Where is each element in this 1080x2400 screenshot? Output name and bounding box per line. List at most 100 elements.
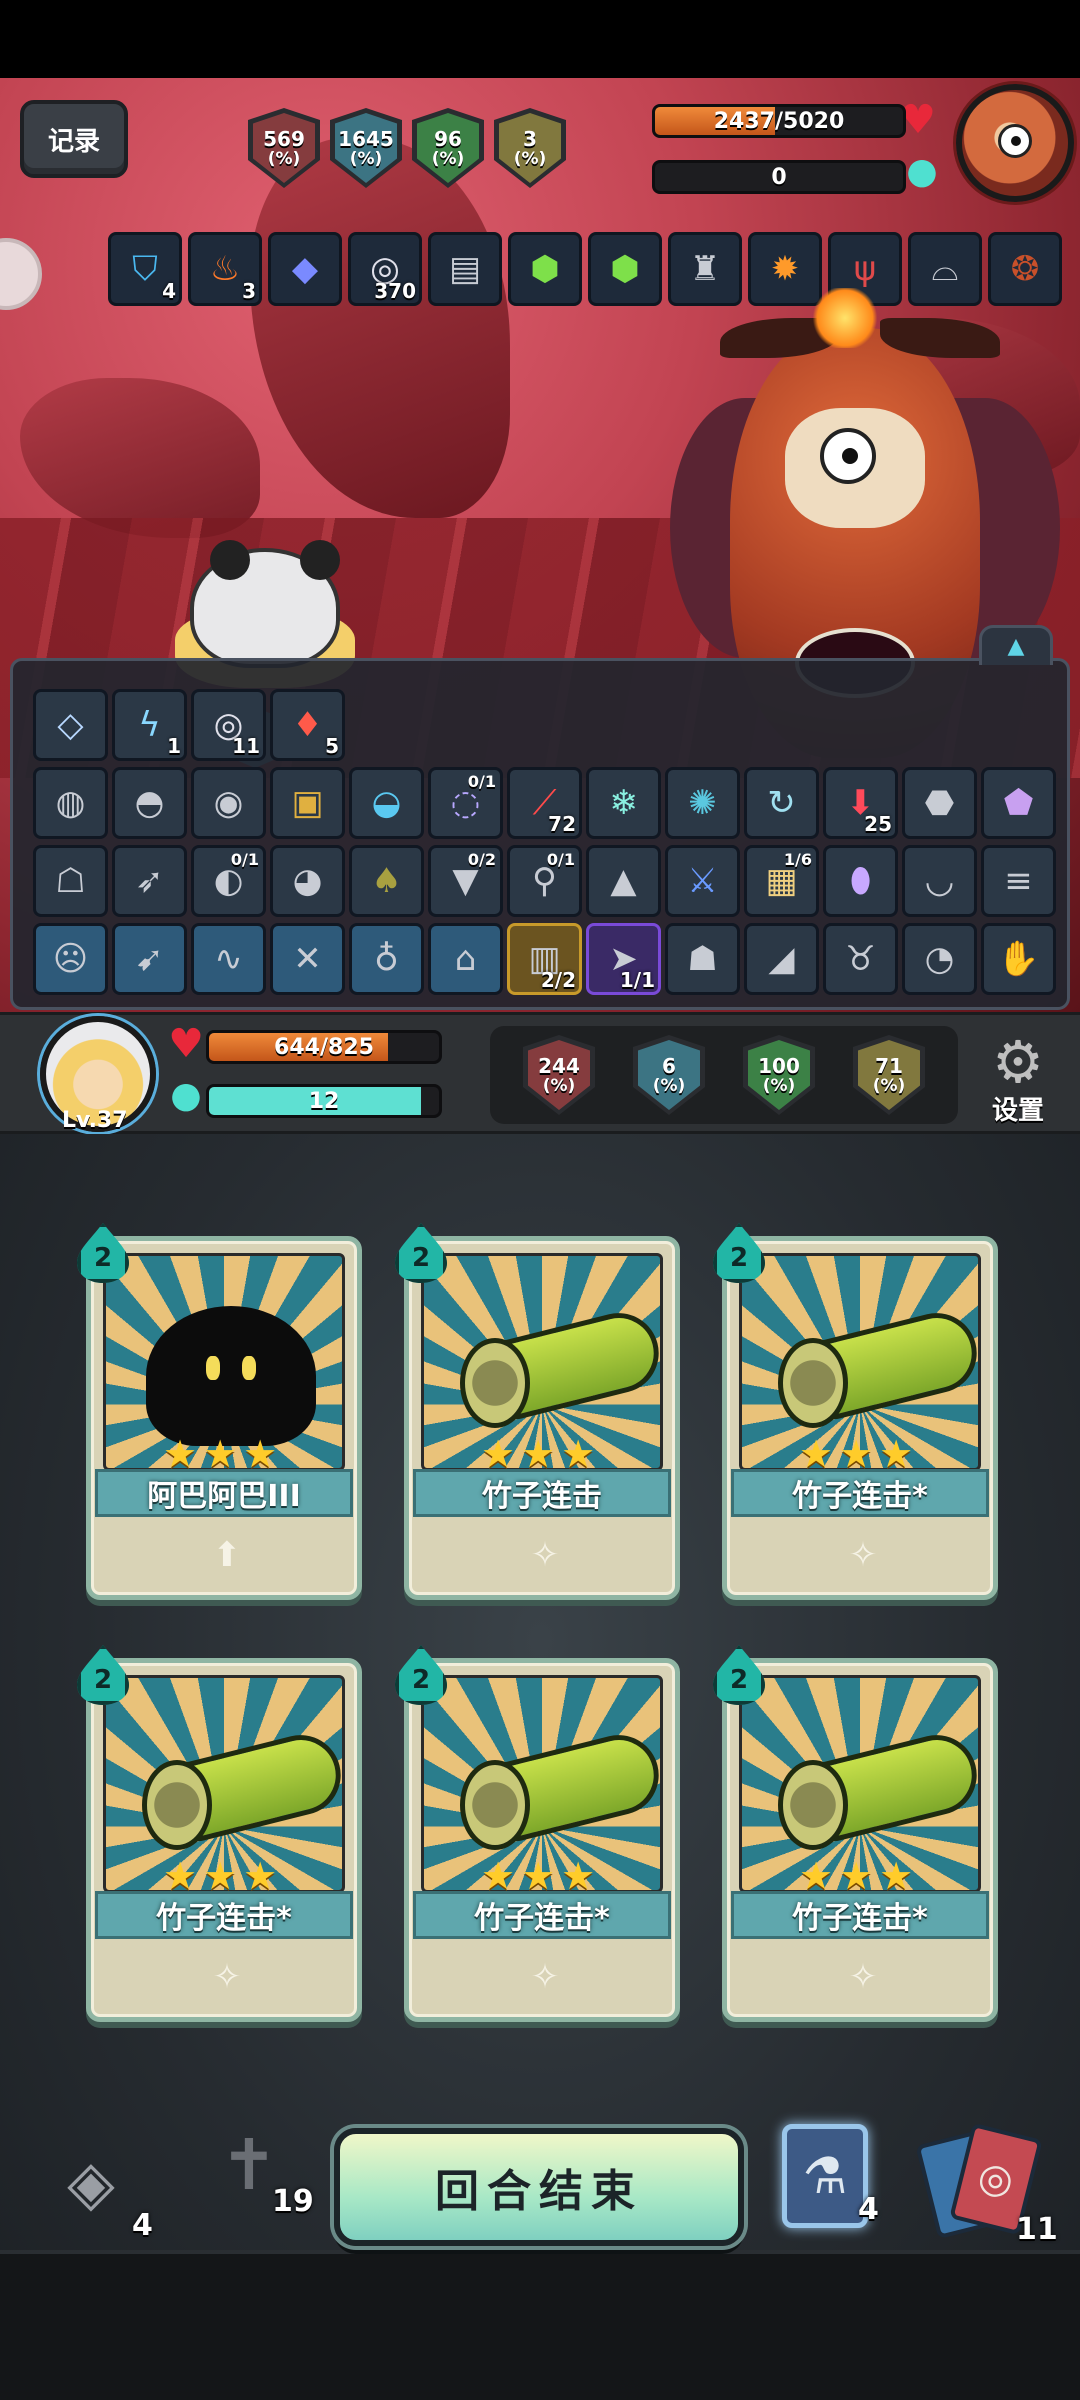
gauntlet-icon: ✋ xyxy=(997,939,1040,979)
item-slot[interactable]: ◔ xyxy=(902,923,977,995)
pause-tab[interactable] xyxy=(0,238,42,310)
skill-card[interactable]: ★ ★ ★ 竹子连击* ✧ 2 xyxy=(86,1658,362,2022)
item-progress: 0/2 xyxy=(467,850,496,869)
boss-flame xyxy=(810,288,880,348)
skill-card[interactable]: ★ ★ ★ 竹子连击 ✧ 2 xyxy=(404,1236,680,1600)
speed-shield-icon[interactable]: 71 (%) xyxy=(853,1035,925,1115)
whistle-icon: ✧ xyxy=(848,1535,878,1575)
item-slot[interactable]: ♨ 3 xyxy=(188,232,262,306)
item-slot[interactable]: ▼ 0/2 xyxy=(428,845,503,917)
skill-card[interactable]: ★ ★ ★ 竹子连击* ✧ 2 xyxy=(404,1658,680,2022)
potion-rune-icon: ♁ xyxy=(374,939,399,979)
item-slot[interactable]: ⚔ xyxy=(665,845,740,917)
item-slot[interactable]: ▲ xyxy=(586,845,661,917)
item-slot[interactable]: ◢ xyxy=(744,923,819,995)
item-slot[interactable]: ◡ xyxy=(902,845,977,917)
item-slot[interactable]: ▥ 2/2 xyxy=(507,923,582,995)
skill-card[interactable]: ★ ★ ★ 竹子连击* ✧ 2 xyxy=(722,1658,998,2022)
item-slot[interactable]: ϟ1 xyxy=(112,689,187,761)
item-slot[interactable]: ➶ xyxy=(112,845,187,917)
whistle-icon: ✧ xyxy=(530,1535,560,1575)
star-icon: ★ xyxy=(839,1432,874,1476)
item-slot[interactable]: ♠ xyxy=(349,845,424,917)
skill-card[interactable]: ★ ★ ★ 竹子连击* ✧ 2 xyxy=(722,1236,998,1600)
item-slot[interactable]: ♦ 5 xyxy=(270,689,345,761)
item-slot[interactable]: ◒ xyxy=(349,767,424,839)
defense-shield-icon[interactable]: 96 (%) xyxy=(412,108,484,188)
log-button[interactable]: 记录 xyxy=(20,100,128,178)
item-slot[interactable]: ▦ 1/6 xyxy=(744,845,819,917)
item-slot[interactable]: ⚲ 0/1 xyxy=(507,845,582,917)
item-slot[interactable]: ◎ 11 xyxy=(191,689,266,761)
potion-button[interactable]: ⚗ xyxy=(782,2124,868,2228)
item-slot[interactable]: ◎ 370 xyxy=(348,232,422,306)
item-slot[interactable]: ◓ xyxy=(112,767,187,839)
end-turn-button[interactable]: 回合结束 xyxy=(334,2128,744,2246)
enemy-portrait[interactable] xyxy=(956,84,1074,202)
item-slot[interactable]: ✕ xyxy=(270,923,345,995)
item-slot[interactable]: ➹ xyxy=(112,923,187,995)
stat-unit: (%) xyxy=(762,1076,796,1096)
bamboo-icon xyxy=(450,1304,660,1428)
helm-rune-icon: ⌂ xyxy=(454,939,477,979)
item-slot[interactable]: ◇ xyxy=(33,689,108,761)
item-slot[interactable]: ⌂ xyxy=(428,923,503,995)
whistle-icon: ✧ xyxy=(530,1957,560,1997)
discard-pile-button[interactable]: ✝ 19 xyxy=(194,2120,314,2230)
star-icon: ★ xyxy=(163,1854,198,1898)
settings-button[interactable]: ⚙ 设置 xyxy=(978,1033,1058,1126)
attack-shield-icon[interactable]: 244 (%) xyxy=(523,1035,595,1115)
item-slot[interactable]: ↻ xyxy=(744,767,819,839)
web-icon: ✺ xyxy=(688,783,717,823)
item-slot[interactable]: ◉ xyxy=(191,767,266,839)
item-slot[interactable]: ◆ xyxy=(268,232,342,306)
item-slot[interactable]: ⬇ 25 xyxy=(823,767,898,839)
item-slot[interactable]: ☹ xyxy=(33,923,108,995)
item-slot[interactable]: ◐ 0/1 xyxy=(191,845,266,917)
attack-shield-icon[interactable]: 569 (%) xyxy=(248,108,320,188)
item-count: 2/2 xyxy=(540,968,576,992)
item-slot[interactable]: ◌ 0/1 xyxy=(428,767,503,839)
item-slot[interactable]: ▣ xyxy=(270,767,345,839)
item-slot[interactable]: ✺ xyxy=(665,767,740,839)
item-slot[interactable]: ∿ xyxy=(191,923,266,995)
item-slot[interactable]: ⟋ 72 xyxy=(507,767,582,839)
star-icon: ★ xyxy=(243,1432,278,1476)
item-slot[interactable]: ➤ 1/1 xyxy=(586,923,661,995)
speed-shield-icon[interactable]: 3 (%) xyxy=(494,108,566,188)
item-slot[interactable]: ♁ xyxy=(349,923,424,995)
stat-unit: (%) xyxy=(267,149,301,169)
item-slot[interactable]: ❄ xyxy=(586,767,661,839)
item-slot[interactable]: ✋ xyxy=(981,923,1056,995)
item-slot[interactable]: ☗ xyxy=(665,923,740,995)
cleaver-icon: ◢ xyxy=(768,939,795,979)
item-slot[interactable]: ☖ xyxy=(33,845,108,917)
stat-unit: (%) xyxy=(872,1076,906,1096)
crit-shield-icon[interactable]: 6 (%) xyxy=(633,1035,705,1115)
item-count: 370 xyxy=(374,279,416,303)
item-slot[interactable]: ▤ xyxy=(428,232,502,306)
star-icon: ★ xyxy=(879,1432,914,1476)
item-slot[interactable]: ⬣ xyxy=(902,767,977,839)
item-slot[interactable]: ◍ xyxy=(33,767,108,839)
item-slot[interactable]: ⬢ xyxy=(508,232,582,306)
item-slot[interactable]: ⬟ xyxy=(981,767,1056,839)
star-icon: ★ xyxy=(521,1432,556,1476)
item-slot[interactable]: ≡ xyxy=(981,845,1056,917)
deck-button[interactable]: ◎ 11 xyxy=(915,2122,1058,2247)
draw-pile-button[interactable]: ◈ 4 xyxy=(36,2148,153,2248)
crit-shield-icon[interactable]: 1645 (%) xyxy=(330,108,402,188)
item-slot[interactable]: ⛉ 4 xyxy=(108,232,182,306)
item-slot[interactable]: ⬮ xyxy=(823,845,898,917)
item-slot[interactable]: ♉ xyxy=(823,923,898,995)
defense-shield-icon[interactable]: 100 (%) xyxy=(743,1035,815,1115)
item-slot[interactable]: ⬢ xyxy=(588,232,662,306)
item-slot[interactable]: ◕ xyxy=(270,845,345,917)
skill-card[interactable]: ★ ★ ★ 阿巴阿巴III ⬆ 2 xyxy=(86,1236,362,1600)
purple-crystal-icon: ⬟ xyxy=(1003,783,1034,823)
heart-icon: ♥ xyxy=(168,1021,204,1067)
bamboo-end xyxy=(778,1760,848,1850)
drum-icon: ◍ xyxy=(55,783,86,823)
star-icon: ★ xyxy=(203,1854,238,1898)
collapse-button[interactable]: ▲ xyxy=(979,625,1053,665)
